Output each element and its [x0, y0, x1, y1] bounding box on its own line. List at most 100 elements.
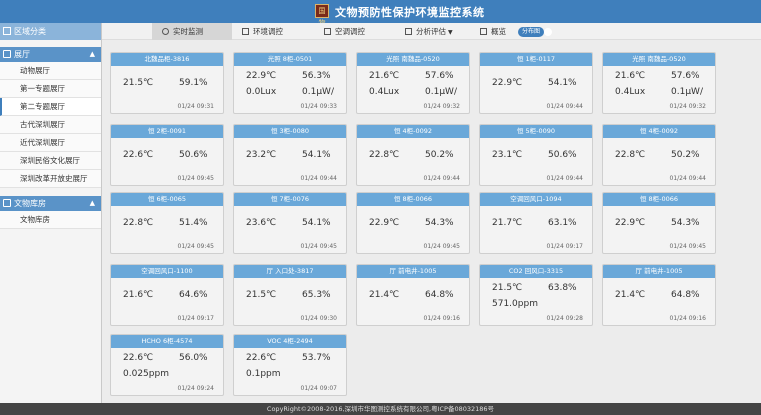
sensor-card-title: 恒 7柜-0076	[234, 193, 346, 206]
footer: CopyRight©2008-2016,深圳市华图测控系统有限公司,粤ICP备0…	[0, 403, 761, 415]
sensor-card[interactable]: 恒 3柜-0080 23.2℃ 54.1% 01/24 09:44	[233, 124, 347, 186]
sensor-card-title: 恒 3柜-0080	[234, 125, 346, 138]
sensor-reading-primary: 22.9℃	[615, 218, 646, 228]
sensor-reading-secondary: 50.2%	[425, 150, 454, 160]
sensor-timestamp: 01/24 09:17	[177, 315, 215, 322]
sidebar: 区域分类 展厅 ▲ 动物展厅 第一专题展厅 第二专题展厅 古代深圳展厅 近代深圳展厅 深圳民俗…	[0, 23, 102, 403]
sensor-card-title: 厅 入口处-3817	[234, 265, 346, 278]
sensor-card[interactable]: 空调回风口-1100 21.6℃ 64.6% 01/24 09:17	[110, 264, 224, 326]
sensor-card-title: HCHO 6柜-4574	[111, 335, 223, 348]
sidebar-item[interactable]: 动物展厅	[0, 62, 101, 80]
sensor-card[interactable]: 空调回风口-1094 21.7℃ 63.1% 01/24 09:17	[479, 192, 593, 254]
sensor-timestamp: 01/24 09:45	[300, 243, 338, 250]
sensor-reading-secondary: 56.3%	[302, 71, 331, 81]
sensor-reading-primary: 21.6℃	[123, 290, 154, 300]
sensor-card[interactable]: HCHO 6柜-4574 22.6℃ 56.0% 0.025ppm 01/24 09:2…	[110, 334, 224, 396]
tab-aircon[interactable]: 空调调控	[324, 23, 365, 40]
sensor-reading-primary: 22.8℃	[369, 150, 400, 160]
sensor-reading-secondary: 57.6%	[671, 71, 700, 81]
tab-overview[interactable]: 概览	[480, 23, 506, 40]
tab-label: 空调调控	[335, 27, 365, 36]
sensor-card-title: 恒 2柜-0091	[111, 125, 223, 138]
sensor-reading-primary: 23.6℃	[246, 218, 277, 228]
sensor-card[interactable]: VOC 4柜-2494 22.6℃ 53.7% 0.1ppm 01/24 09:07	[233, 334, 347, 396]
sensor-card[interactable]: CO2 回风口-3315 21.5℃ 63.8% 571.0ppm 01/24 09:2…	[479, 264, 593, 326]
sensor-timestamp: 01/24 09:44	[423, 175, 461, 182]
monitor-icon	[324, 28, 331, 35]
sensor-reading-primary: 0.1ppm	[246, 369, 281, 379]
app-header: 国物 文物预防性保护环境监控系统	[0, 0, 761, 27]
sensor-card[interactable]: 厅 前电井-1005 21.4℃ 64.8% 01/24 09:16	[356, 264, 470, 326]
tab-label: 实时监测	[173, 27, 203, 36]
sensor-reading-primary: 22.9℃	[246, 71, 277, 81]
sensor-card[interactable]: 光照 8柜-0501 22.9℃ 56.3% 0.0Lux 0.1μW/01/24 09…	[233, 52, 347, 114]
sidebar-item[interactable]: 古代深圳展厅	[0, 116, 101, 134]
sensor-reading-secondary: 50.6%	[179, 150, 208, 160]
sidebar-section-header[interactable]: 展厅 ▲	[0, 47, 101, 62]
sensor-card[interactable]: 恒 4柜-0092 22.8℃ 50.2% 01/24 09:44	[356, 124, 470, 186]
sensor-timestamp: 01/24 09:45	[423, 243, 461, 250]
sensor-reading-primary: 22.8℃	[615, 150, 646, 160]
document-icon	[405, 28, 412, 35]
sensor-reading-secondary: 54.1%	[302, 218, 331, 228]
sensor-card-title: 恒 4柜-0092	[357, 125, 469, 138]
tab-environment[interactable]: 环境调控	[242, 23, 283, 40]
sensor-timestamp: 01/24 09:07	[300, 385, 338, 392]
tab-analysis[interactable]: 分析评估 ▼	[405, 23, 453, 40]
sidebar-item[interactable]: 深圳改革开放史展厅	[0, 170, 101, 188]
sensor-card[interactable]: 恒 6柜-0065 22.8℃ 51.4% 01/24 09:45	[110, 192, 224, 254]
sensor-card[interactable]: 厅 前电井-1005 21.4℃ 64.8% 01/24 09:16	[602, 264, 716, 326]
sensor-card[interactable]: 恒 1柜-0117 22.9℃ 54.1% 01/24 09:44	[479, 52, 593, 114]
sidebar-region-header[interactable]: 区域分类	[0, 23, 101, 40]
sensor-card[interactable]: 厅 入口处-3817 21.5℃ 65.3% 01/24 09:30	[233, 264, 347, 326]
sidebar-item[interactable]: 深圳民俗文化展厅	[0, 152, 101, 170]
sensor-card-title: 厅 前电井-1005	[357, 265, 469, 278]
home-icon	[3, 27, 11, 35]
sensor-timestamp: 01/24 09:44	[546, 175, 584, 182]
sidebar-item[interactable]: 第二专题展厅	[0, 98, 101, 116]
toggle-knob[interactable]	[544, 28, 552, 36]
sensor-card-title: 厅 前电井-1005	[603, 265, 715, 278]
sensor-card[interactable]: 恒 5柜-0090 23.1℃ 50.6% 01/24 09:44	[479, 124, 593, 186]
sensor-timestamp: 01/24 09:45	[177, 243, 215, 250]
sensor-reading-primary: 21.6℃	[615, 71, 646, 81]
sensor-timestamp: 01/24 09:28	[546, 315, 584, 322]
sensor-card[interactable]: 恒 7柜-0076 23.6℃ 54.1% 01/24 09:45	[233, 192, 347, 254]
sensor-card[interactable]: 恒 8柜-0066 22.9℃ 54.3% 01/24 09:45	[356, 192, 470, 254]
sidebar-item[interactable]: 近代深圳展厅	[0, 134, 101, 152]
sensor-timestamp: 01/24 09:16	[423, 315, 461, 322]
sensor-card-title: CO2 回风口-3315	[480, 265, 592, 278]
tab-label: 概览	[491, 27, 506, 36]
tab-realtime[interactable]: 实时监测	[152, 23, 232, 40]
sidebar-item[interactable]: 第一专题展厅	[0, 80, 101, 98]
sensor-card-title: 光照 南魏品-0520	[357, 53, 469, 66]
logo-icon: 国物	[315, 4, 329, 27]
sensor-reading-secondary: 64.8%	[671, 290, 700, 300]
sensor-card[interactable]: 恒 4柜-0092 22.8℃ 50.2% 01/24 09:44	[602, 124, 716, 186]
toolbar: 实时监测 环境调控 空调调控 分析评估 ▼ 概览 分布图	[102, 23, 761, 40]
sensor-reading-primary: 22.9℃	[492, 78, 523, 88]
sensor-timestamp: 01/24 09:16	[669, 315, 707, 322]
sensor-card[interactable]: 北魏品柜-3816 21.5℃ 59.1% 01/24 09:31	[110, 52, 224, 114]
sensor-reading-primary: 22.9℃	[369, 218, 400, 228]
sensor-card[interactable]: 光照 南魏品-0520 21.6℃ 57.6% 0.4Lux 0.1μW/01/24 0…	[602, 52, 716, 114]
sidebar-section-header[interactable]: 文物库房 ▲	[0, 196, 101, 211]
sensor-card[interactable]: 恒 8柜-0066 22.9℃ 54.3% 01/24 09:45	[602, 192, 716, 254]
sensor-card[interactable]: 恒 2柜-0091 22.6℃ 50.6% 01/24 09:45	[110, 124, 224, 186]
sensor-reading-secondary: 56.0%	[179, 353, 208, 363]
sensor-reading-secondary: 50.2%	[671, 150, 700, 160]
sensor-card-title: 光照 南魏品-0520	[603, 53, 715, 66]
app-title: 文物预防性保护环境监控系统	[335, 6, 485, 19]
sensor-reading-primary: 0.4Lux	[369, 87, 400, 97]
sidebar-item[interactable]: 文物库房	[0, 211, 101, 229]
distribution-toggle[interactable]: 分布图	[518, 27, 545, 37]
sensor-reading-secondary: 59.1%	[179, 78, 208, 88]
sensor-reading-secondary: 54.1%	[302, 150, 331, 160]
sensor-reading-primary: 21.4℃	[369, 290, 400, 300]
sensor-card[interactable]: 光照 南魏品-0520 21.6℃ 57.6% 0.4Lux 0.1μW/01/24 0…	[356, 52, 470, 114]
sensor-reading-secondary: 0.1μW/	[302, 87, 334, 97]
sensor-reading-primary: 23.2℃	[246, 150, 277, 160]
sensor-reading-primary: 0.025ppm	[123, 369, 169, 379]
sensor-reading-primary: 23.1℃	[492, 150, 523, 160]
tab-label: 分析评估	[416, 27, 446, 36]
